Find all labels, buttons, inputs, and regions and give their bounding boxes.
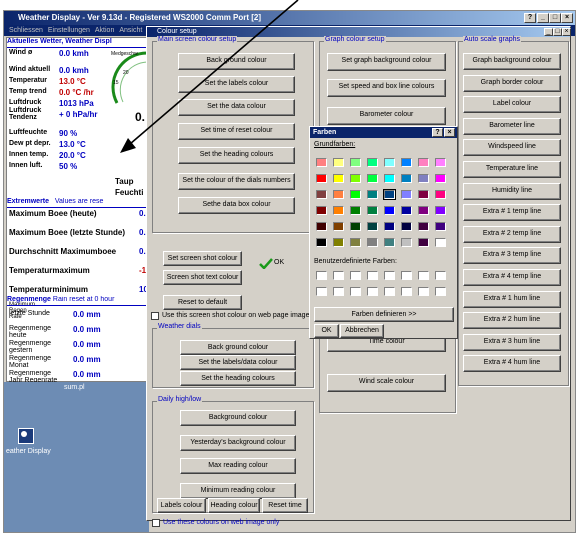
annotation-arrow (120, 0, 299, 153)
